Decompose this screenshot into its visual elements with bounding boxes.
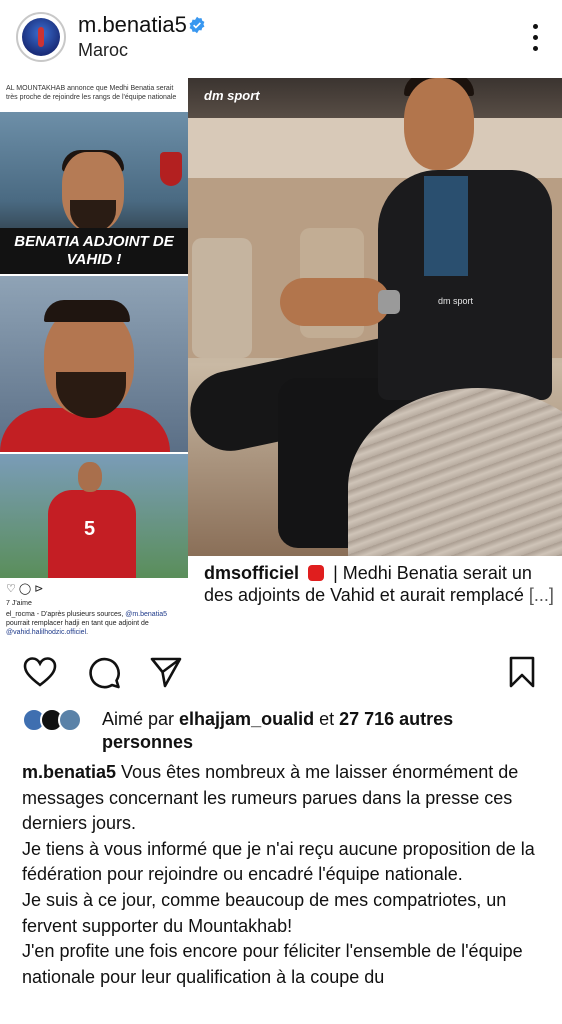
dm-sport-logo: dm sport [204, 88, 260, 103]
news-caption: dmsofficiel | Medhi Benatia serait un de… [204, 562, 554, 606]
news-panel: dm sport dm sport dmsofficiel | Medhi Be… [188, 78, 562, 638]
inner-comment-end: . [86, 629, 89, 636]
inner-comment-mention: @m.benatia5 [125, 611, 167, 618]
screenshot-panel: AL MOUNTAKHAB annonce que Medhi Benatia … [0, 78, 188, 638]
likes-text: Aimé par elhajjam_oualid et 27 716 autre… [102, 708, 542, 754]
caption-paragraph-1: m.benatia5 Vous êtes nombreux à me laiss… [22, 760, 542, 837]
likes-mid: et [314, 709, 340, 729]
siren-icon [308, 565, 325, 581]
send-icon[interactable] [148, 654, 184, 690]
dm-sport-watermark: dm sport [438, 296, 474, 306]
post-media[interactable]: AL MOUNTAKHAB annonce que Medhi Benatia … [0, 78, 562, 638]
inner-likes: 7 J'aime [6, 600, 32, 607]
post-actions [0, 648, 562, 698]
liker-username[interactable]: elhajjam_oualid [179, 709, 314, 729]
comment-icon[interactable] [86, 654, 122, 690]
inner-comment-text: - D'après plusieurs sources, [36, 611, 124, 618]
caption-paragraph-3: Je suis à ce jour, comme beaucoup de mes… [22, 889, 507, 936]
inner-comment-user: el_rocma [6, 611, 35, 618]
inner-comment: el_rocma - D'après plusieurs sources, @m… [6, 610, 182, 637]
post-location[interactable]: Maroc [78, 40, 128, 61]
post-caption: m.benatia5 Vous êtes nombreux à me laiss… [22, 760, 542, 990]
avatar-image [22, 18, 60, 56]
benatia-photo: dm sport dm sport [188, 78, 562, 556]
inner-comment-mid: pourrait remplacer hadji en tant que adj… [6, 620, 149, 627]
post-header: m.benatia5 Maroc [0, 0, 562, 78]
post-username[interactable]: m.benatia5 [78, 12, 187, 38]
player-photo-3: 5 [0, 454, 188, 578]
headline-banner: BENATIA ADJOINT DE VAHID ! [0, 228, 188, 274]
caption-paragraph-4: J'en profite une fois encore pour félici… [22, 941, 523, 987]
more-options-icon[interactable] [532, 24, 540, 54]
profile-avatar[interactable] [16, 12, 66, 62]
bookmark-icon[interactable] [504, 654, 540, 690]
player-photo-2 [0, 276, 188, 452]
liker-avatar-3 [58, 708, 82, 732]
news-caption-more: [...] [528, 585, 554, 605]
caption-username[interactable]: m.benatia5 [22, 762, 116, 782]
federation-crest-icon [160, 152, 182, 186]
inner-caption: AL MOUNTAKHAB annonce que Medhi Benatia … [6, 85, 177, 101]
likes-prefix: Aimé par [102, 709, 180, 729]
news-caption-user: dmsofficiel [204, 563, 300, 583]
likes-row[interactable]: Aimé par elhajjam_oualid et 27 716 autre… [22, 706, 542, 754]
jersey-number: 5 [84, 518, 96, 540]
inner-comment-mention-2: @vahid.halilhodzic.officiel [6, 629, 87, 636]
heart-icon[interactable] [22, 654, 58, 690]
caption-paragraph-2: Je tiens à vous informé que je n'ai reçu… [22, 838, 535, 885]
inner-action-icons: ♡ ◯ ⊳ [6, 583, 44, 595]
verified-badge-icon [189, 16, 205, 34]
watch [378, 290, 400, 314]
